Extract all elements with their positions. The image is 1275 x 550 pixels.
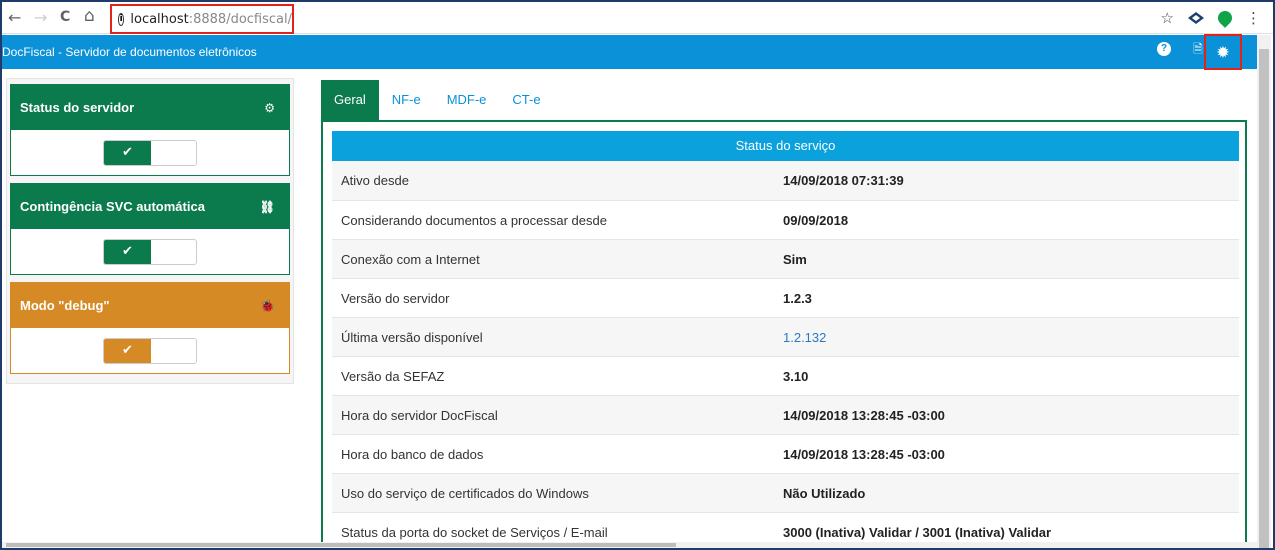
help-icon[interactable]: ? [1157, 42, 1171, 56]
row-label: Status da porta do socket de Serviços / … [341, 524, 608, 540]
horizontal-scrollbar[interactable] [2, 542, 1259, 548]
menu-icon[interactable]: ⋮ [1246, 9, 1261, 27]
card-status-servidor: Status do servidor ⚙ ✔ [10, 84, 290, 176]
row-label: Hora do servidor DocFiscal [341, 407, 498, 423]
card-header: Contingência SVC automática ⛓ [11, 184, 289, 229]
browser-toolbar: ← → C ⌂ i localhost:8888/docfiscal/ ☆ ⋮ [2, 2, 1273, 34]
row-value: 14/09/2018 13:28:45 -03:00 [783, 407, 945, 423]
app-title: DocFiscal - Servidor de documentos eletr… [2, 45, 257, 59]
check-icon: ✔ [104, 140, 151, 165]
table-row: Hora do servidor DocFiscal 14/09/2018 13:… [332, 395, 1239, 434]
address-bar[interactable]: i localhost:8888/docfiscal/ [110, 4, 294, 34]
settings-button[interactable]: ✹ [1204, 34, 1242, 70]
tab-mdfe[interactable]: MDF-e [434, 80, 500, 120]
row-value: Sim [783, 251, 807, 267]
card-header: Modo "debug" 🐞 [11, 283, 289, 328]
status-panel: Status do serviço Ativo desde 14/09/2018 … [321, 120, 1247, 548]
forward-icon[interactable]: → [34, 8, 47, 27]
card-title: Modo "debug" [20, 298, 110, 313]
row-label: Última versão disponível [341, 329, 483, 345]
tab-cte[interactable]: CT-e [499, 80, 553, 120]
row-label: Ativo desde [341, 173, 409, 188]
vertical-scrollbar[interactable] [1257, 35, 1271, 548]
url-host: localhost [130, 11, 189, 27]
extension-icon[interactable] [1188, 12, 1204, 24]
url-path: :8888/docfiscal/ [188, 11, 292, 27]
row-label: Considerando documentos a processar desd… [341, 212, 607, 228]
latest-version-link[interactable]: 1.2.132 [783, 330, 1239, 345]
scrollbar-thumb[interactable] [1259, 49, 1269, 548]
row-label: Hora do banco de dados [341, 446, 484, 462]
table-row: Considerando documentos a processar desd… [332, 200, 1239, 239]
table-row: Uso do serviço de certificados do Window… [332, 473, 1239, 512]
row-label: Versão da SEFAZ [341, 368, 445, 384]
table-row: Versão da SEFAZ 3.10 [332, 356, 1239, 395]
window-frame: ← → C ⌂ i localhost:8888/docfiscal/ ☆ ⋮ … [0, 0, 1275, 550]
scrollbar-thumb[interactable] [6, 543, 676, 547]
gear-icon: ✹ [1217, 44, 1229, 60]
contingencia-toggle[interactable]: ✔ [103, 238, 197, 265]
card-modo-debug: Modo "debug" 🐞 ✔ [10, 282, 290, 374]
table-row: Hora do banco de dados 14/09/2018 13:28:4… [332, 434, 1239, 473]
sidebar: Status do servidor ⚙ ✔ Contingência SVC … [6, 78, 294, 384]
row-label: Conexão com a Internet [341, 251, 480, 267]
app-header: DocFiscal - Servidor de documentos eletr… [2, 34, 1259, 70]
tab-nfe[interactable]: NF-e [379, 80, 434, 120]
table-row: Ativo desde 14/09/2018 07:31:39 [332, 161, 1239, 200]
row-value: Não Utilizado [783, 485, 866, 501]
check-icon: ✔ [104, 338, 151, 363]
row-value: 14/09/2018 13:28:45 -03:00 [783, 446, 945, 462]
card-body: ✔ [11, 130, 289, 175]
extension-green-icon[interactable] [1215, 8, 1235, 28]
tab-geral[interactable]: Geral [321, 80, 379, 120]
panel-title: Status do serviço [332, 131, 1239, 161]
row-value: 3000 (Inativa) Validar / 3001 (Inativa) … [783, 524, 1052, 540]
bug-icon: 🐞 [260, 298, 275, 313]
row-value: 09/09/2018 [783, 212, 849, 228]
card-body: ✔ [11, 229, 289, 274]
row-value: 14/09/2018 07:31:39 [783, 173, 904, 188]
star-icon[interactable]: ☆ [1161, 9, 1174, 27]
row-label: Versão do servidor [341, 290, 450, 306]
table-row: Conexão com a Internet Sim [332, 239, 1239, 278]
tab-bar: Geral NF-e MDF-e CT-e [321, 80, 554, 120]
unlink-icon: ⛓ [259, 199, 275, 214]
row-value: 1.2.3 [783, 290, 812, 306]
info-icon[interactable]: i [118, 12, 125, 26]
table-row: Versão do servidor 1.2.3 [332, 278, 1239, 317]
card-body: ✔ [11, 328, 289, 373]
document-icon[interactable]: 🗎 [1191, 42, 1205, 56]
check-icon: ✔ [104, 239, 151, 264]
cogs-icon: ⚙ [264, 100, 275, 115]
card-contingencia: Contingência SVC automática ⛓ ✔ [10, 183, 290, 275]
reload-icon[interactable]: C [60, 9, 70, 25]
status-table: Ativo desde 14/09/2018 07:31:39 Considera… [332, 161, 1239, 548]
card-title: Status do servidor [20, 100, 135, 115]
table-row: Última versão disponível 1.2.132 [332, 317, 1239, 356]
row-value: 3.10 [783, 368, 809, 384]
row-label: Uso do serviço de certificados do Window… [341, 485, 589, 501]
browser-actions: ☆ ⋮ [1161, 8, 1261, 28]
debug-toggle[interactable]: ✔ [103, 337, 197, 364]
card-title: Contingência SVC automática [20, 199, 205, 214]
home-icon[interactable]: ⌂ [84, 6, 95, 26]
status-servidor-toggle[interactable]: ✔ [103, 139, 197, 166]
card-header: Status do servidor ⚙ [11, 85, 289, 130]
back-icon[interactable]: ← [8, 8, 21, 27]
